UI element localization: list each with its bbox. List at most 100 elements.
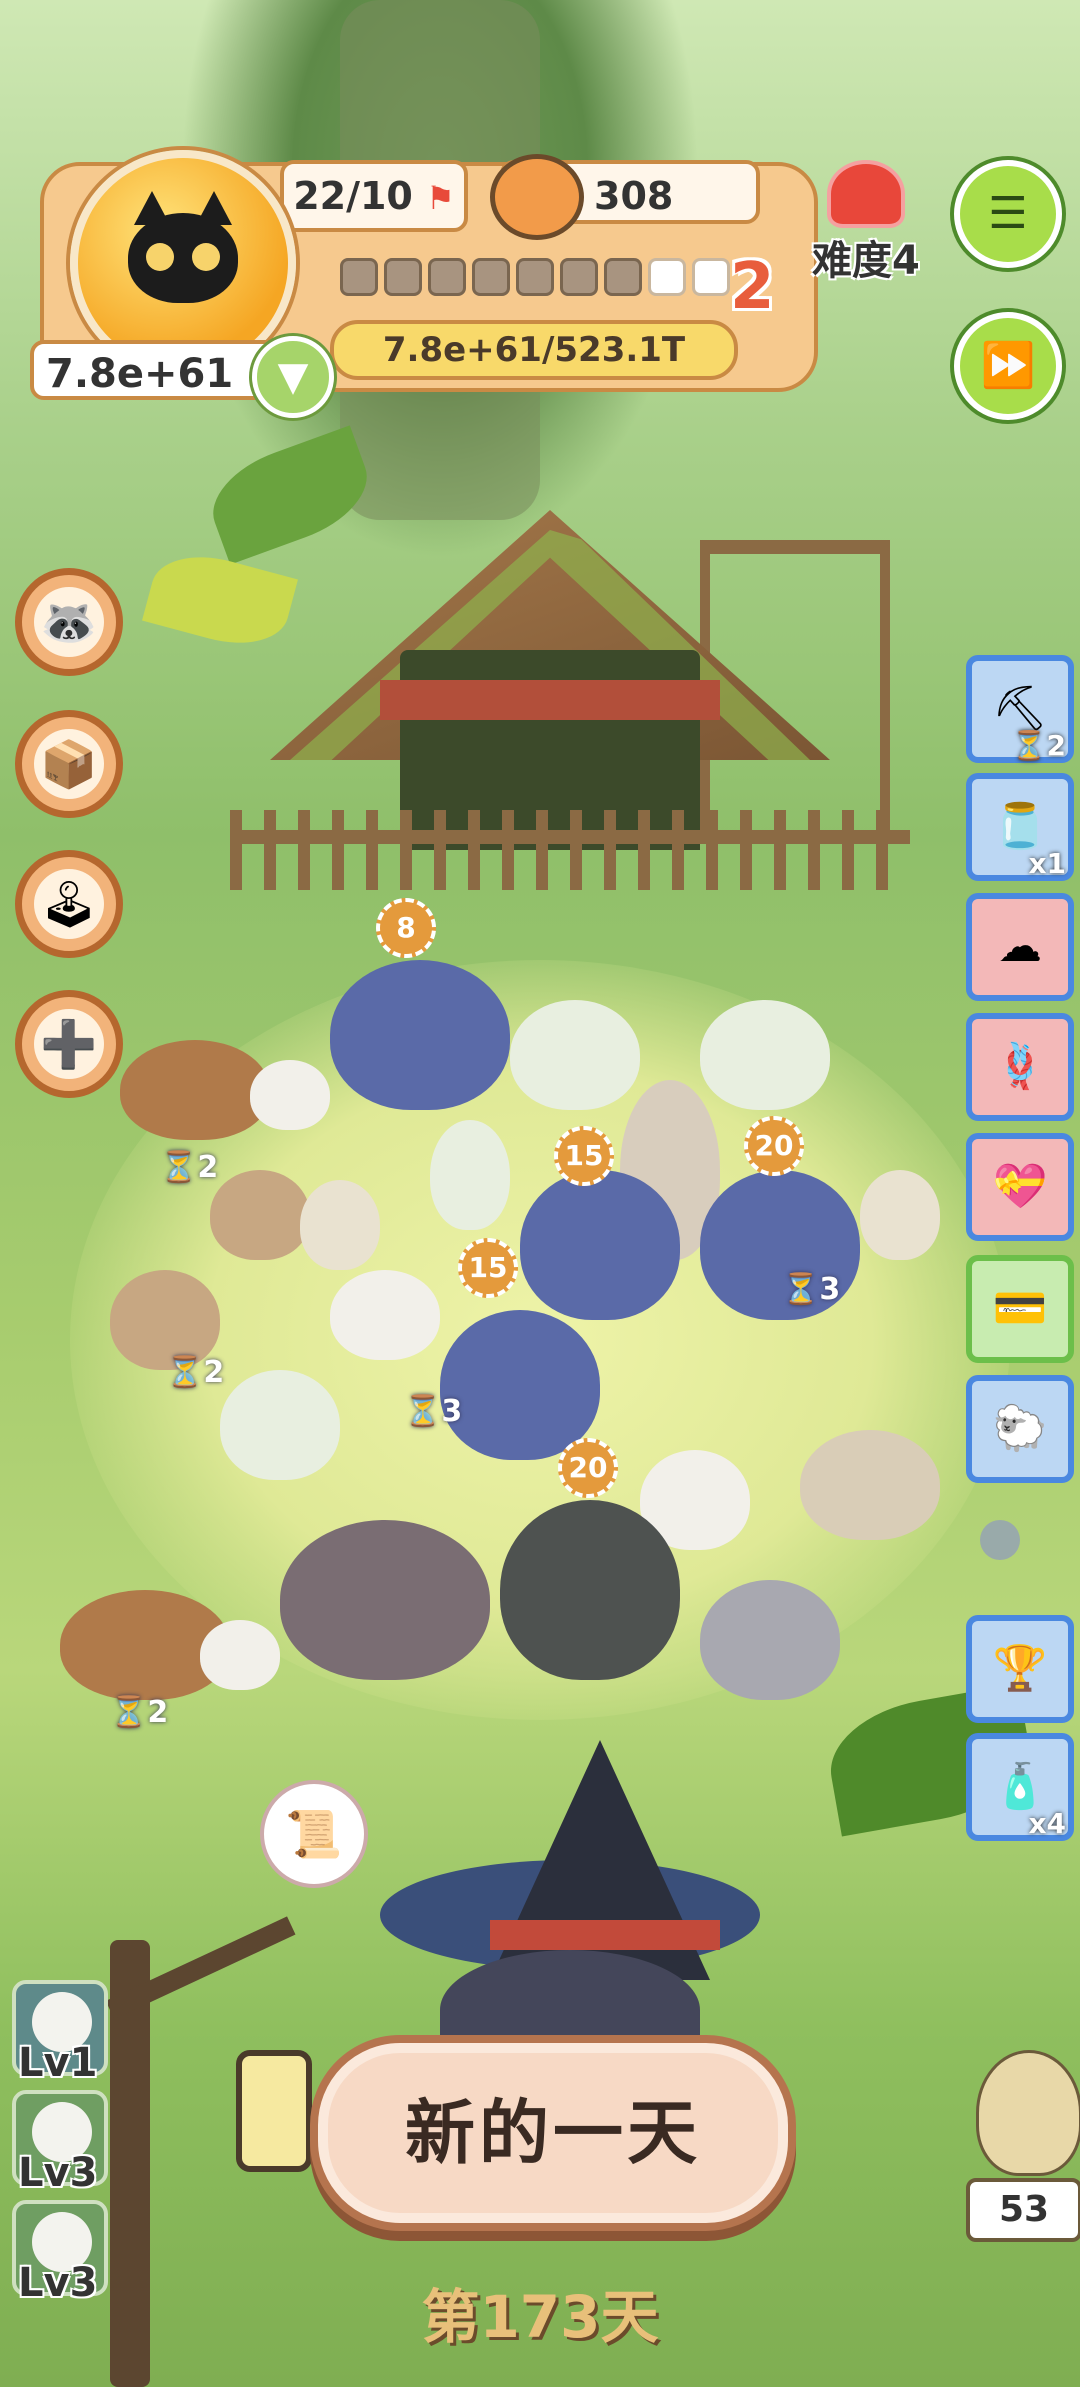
heart-dropdown-icon[interactable]: ▼ [252, 336, 334, 418]
owl-character[interactable] [966, 2040, 1080, 2190]
level-number: 2 [730, 250, 775, 324]
cat-ear [196, 191, 232, 225]
trophy-item[interactable]: 🏆 [966, 1615, 1074, 1723]
deer-animal[interactable] [700, 1000, 830, 1110]
pouch-item[interactable]: 💝 [966, 1133, 1074, 1241]
food-value: 308 [594, 174, 674, 218]
joystick-icon: 🕹 [39, 877, 99, 931]
shovel-icon: ⛏ [992, 683, 1048, 734]
deer-animal[interactable] [430, 1120, 510, 1230]
item-badge: x1 [1028, 847, 1066, 880]
level-label: Lv1 [18, 2040, 98, 2086]
rope-item[interactable]: 🪢 [966, 1013, 1074, 1121]
bottle-icon: 🧴 [992, 1761, 1048, 1812]
owl-icon [976, 2050, 1080, 2176]
progress-segment [560, 258, 598, 296]
hedgehog-animal[interactable] [300, 1180, 380, 1270]
level-badge: 20 [558, 1438, 618, 1498]
dragon-animal[interactable] [520, 1170, 680, 1320]
menu-button[interactable]: ☰ [954, 160, 1062, 268]
bottle-item[interactable]: 🧴 x4 [966, 1733, 1074, 1841]
owl-count: 53 [966, 2178, 1080, 2242]
timer-label: ⏳3 [404, 1394, 463, 1429]
timer-label: ⏳3 [782, 1272, 841, 1307]
progress-segment [340, 258, 378, 296]
jar-icon: 🫙 [992, 801, 1048, 852]
character-icon: 🦝 [40, 595, 98, 649]
fence-rail [230, 830, 910, 844]
lantern-icon [236, 2050, 312, 2172]
joystick-button[interactable]: 🕹 [15, 850, 123, 958]
trophy-icon: 🏆 [992, 1643, 1048, 1694]
cat-face-icon [128, 191, 238, 303]
item-badge: ⏳2 [1011, 729, 1066, 762]
box-button[interactable]: 📦 [15, 710, 123, 818]
thatched-hut [230, 510, 910, 930]
new-day-button[interactable]: 新的一天 [310, 2035, 796, 2231]
menu-list-icon: ☰ [988, 188, 1028, 239]
timer-label: ⏳2 [160, 1150, 219, 1185]
deer-animal[interactable] [510, 1000, 640, 1110]
progress-segment [428, 258, 466, 296]
hippo-animal[interactable] [280, 1520, 490, 1680]
fast-forward-icon: ⏩ [980, 340, 1036, 391]
item-badge: x4 [1028, 1807, 1066, 1840]
difficulty-label: 难度4 [812, 238, 920, 284]
level-badge: 20 [744, 1116, 804, 1176]
hut-red-band [380, 680, 720, 720]
komodo-animal[interactable] [500, 1500, 680, 1680]
dragon-animal[interactable] [330, 960, 510, 1110]
character-button[interactable]: 🦝 [15, 568, 123, 676]
card-item[interactable]: 💳 [966, 1255, 1074, 1363]
population-pill: 22/10 ⚑ [280, 160, 468, 232]
pouch-icon: 💝 [992, 1161, 1048, 1212]
level-progress [340, 258, 740, 302]
rope-icon: 🪢 [992, 1041, 1048, 1092]
box-icon: 📦 [40, 737, 98, 791]
hamster-animal[interactable] [210, 1170, 310, 1260]
dragon-animal[interactable] [440, 1310, 600, 1460]
sheep-item[interactable]: 🐑 [966, 1375, 1074, 1483]
food-can-icon [490, 154, 584, 240]
card-icon: 💳 [992, 1283, 1048, 1334]
progress-segment [384, 258, 422, 296]
medkit-icon: ➕ [40, 1017, 98, 1071]
witch-hat-band [490, 1920, 720, 1950]
difficulty-indicator[interactable]: 难度4 [812, 160, 920, 286]
cloud-item[interactable]: ☁ [966, 893, 1074, 1001]
chinchilla-animal[interactable] [700, 1580, 840, 1700]
status-hud: 22/10 ⚑ 308 2 7.8e+61/523.1T 7.8e+61 ▼ [30, 150, 818, 418]
medkit-button[interactable]: ➕ [15, 990, 123, 1098]
flag-icon: ⚑ [426, 179, 455, 217]
level-badge: 15 [458, 1238, 518, 1298]
coins-display: 7.8e+61 [30, 340, 280, 400]
level-badge: 15 [554, 1126, 614, 1186]
shovel-item[interactable]: ⛏ ⏳2 [966, 655, 1074, 763]
timer-label: ⏳2 [166, 1355, 225, 1390]
cat-eye [192, 243, 220, 271]
cloud-icon: ☁ [998, 921, 1042, 972]
deer-animal[interactable] [220, 1370, 340, 1480]
capybara-animal[interactable] [120, 1040, 270, 1140]
cat-animal[interactable] [330, 1270, 440, 1360]
population-value: 22/10 [293, 174, 413, 218]
timer-label: ⏳2 [110, 1695, 169, 1730]
cat-ear [134, 191, 170, 225]
day-counter: 第173天 [421, 2283, 659, 2351]
progress-segment [692, 258, 730, 296]
hedgehog-animal[interactable] [860, 1170, 940, 1260]
cat-animal[interactable] [250, 1060, 330, 1130]
gear-icon [980, 1520, 1020, 1560]
level-badge: 8 [376, 898, 436, 958]
fast-forward-button[interactable]: ⏩ [954, 312, 1062, 420]
fence-posts [230, 810, 910, 890]
level-label: Lv3 [18, 2150, 98, 2196]
cat-animal[interactable] [200, 1620, 280, 1690]
hedgehog-animal[interactable] [800, 1430, 940, 1540]
xp-bar: 7.8e+61/523.1T [330, 320, 738, 380]
sheep-icon: 🐑 [992, 1403, 1048, 1454]
cat-eye [146, 243, 174, 271]
progress-segment [516, 258, 554, 296]
jar-item[interactable]: 🫙 x1 [966, 773, 1074, 881]
certificate-icon[interactable]: 📜 [260, 1780, 368, 1888]
